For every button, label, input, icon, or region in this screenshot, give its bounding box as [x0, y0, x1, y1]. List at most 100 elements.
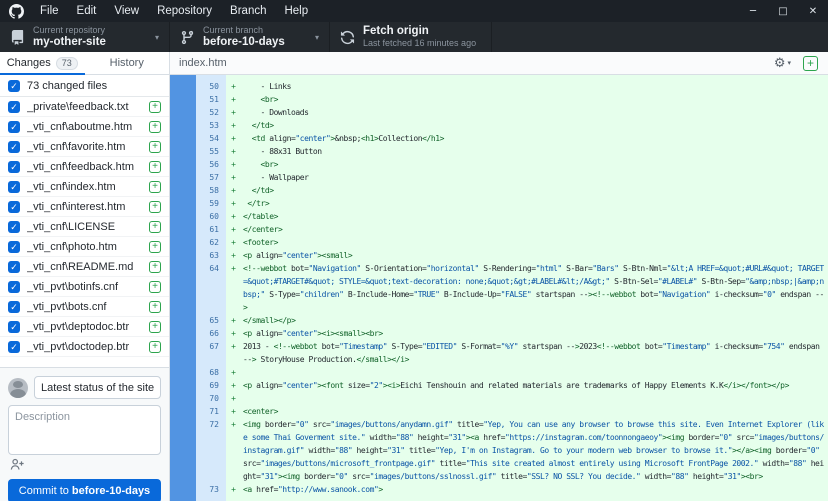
commit-summary-input[interactable]: [34, 376, 161, 399]
file-added-status-icon[interactable]: +: [803, 56, 818, 71]
tab-changes[interactable]: Changes 73: [0, 52, 85, 74]
diff-line[interactable]: 61+</center>: [170, 223, 828, 236]
add-coauthor-icon[interactable]: [10, 458, 25, 476]
maximize-button[interactable]: □: [768, 0, 798, 22]
file-row[interactable]: ✓_vti_cnf\aboutme.htm+: [0, 117, 169, 137]
file-checkbox-checked[interactable]: ✓: [8, 161, 20, 173]
diff-line-number[interactable]: 66: [196, 327, 226, 340]
diff-line[interactable]: 71+<center>: [170, 405, 828, 418]
diff-line[interactable]: 66+<p align="center"><i><small><br>: [170, 327, 828, 340]
diff-line-number[interactable]: 67: [196, 340, 226, 366]
file-checkbox-checked[interactable]: ✓: [8, 221, 20, 233]
diff-line[interactable]: 52+ - Downloads: [170, 106, 828, 119]
file-row[interactable]: ✓_vti_pvt\doctodep.btr+: [0, 337, 169, 357]
diff-line-number[interactable]: 56: [196, 158, 226, 171]
file-checkbox-checked[interactable]: ✓: [8, 241, 20, 253]
diff-line[interactable]: 55+ - 88x31 Button: [170, 145, 828, 158]
file-checkbox-checked[interactable]: ✓: [8, 181, 20, 193]
diff-gutter-old[interactable]: [170, 405, 196, 418]
diff-line[interactable]: 63+<p align="center"><small>: [170, 249, 828, 262]
menu-branch[interactable]: Branch: [221, 0, 275, 22]
fetch-origin-button[interactable]: Fetch origin Last fetched 16 minutes ago: [330, 22, 492, 52]
diff-line[interactable]: 57+ - Wallpaper: [170, 171, 828, 184]
diff-line-number[interactable]: 60: [196, 210, 226, 223]
diff-line-number[interactable]: 54: [196, 132, 226, 145]
diff-line-number[interactable]: 53: [196, 119, 226, 132]
diff-line-number[interactable]: 59: [196, 197, 226, 210]
diff-line[interactable]: 60+</table>: [170, 210, 828, 223]
diff-line-number[interactable]: 70: [196, 392, 226, 405]
current-repository-selector[interactable]: Current repository my-other-site ▾: [0, 22, 170, 52]
diff-gutter-old[interactable]: [170, 197, 196, 210]
diff-line[interactable]: 70+: [170, 392, 828, 405]
menu-help[interactable]: Help: [275, 0, 317, 22]
file-checkbox-checked[interactable]: ✓: [8, 121, 20, 133]
menu-edit[interactable]: Edit: [68, 0, 106, 22]
diff-line[interactable]: 67+2013 - <!--webbot bot="Timestamp" S-T…: [170, 340, 828, 366]
minimize-button[interactable]: ─: [738, 0, 768, 22]
diff-gutter-old[interactable]: [170, 392, 196, 405]
diff-gutter-old[interactable]: [170, 93, 196, 106]
commit-description-textarea[interactable]: [8, 405, 161, 455]
file-row[interactable]: ✓_vti_cnf\index.htm+: [0, 177, 169, 197]
file-checkbox-checked[interactable]: ✓: [8, 141, 20, 153]
diff-line[interactable]: 62+<footer>: [170, 236, 828, 249]
diff-gutter-old[interactable]: [170, 171, 196, 184]
diff-line-number[interactable]: 63: [196, 249, 226, 262]
file-checkbox-checked[interactable]: ✓: [8, 261, 20, 273]
diff-line[interactable]: 65+</small></p>: [170, 314, 828, 327]
diff-line-number[interactable]: 69: [196, 379, 226, 392]
diff-options-button[interactable]: ⚙ ▾: [774, 56, 791, 71]
diff-gutter-old[interactable]: [170, 119, 196, 132]
diff-line[interactable]: 59+ </tr>: [170, 197, 828, 210]
diff-line-number[interactable]: 55: [196, 145, 226, 158]
file-checkbox-checked[interactable]: ✓: [8, 341, 20, 353]
close-button[interactable]: ✕: [798, 0, 828, 22]
diff-line-number[interactable]: 72: [196, 418, 226, 483]
diff-gutter-old[interactable]: [170, 418, 196, 483]
diff-gutter-old[interactable]: [170, 340, 196, 366]
diff-line[interactable]: 73+<a href="http://www.sanook.com">: [170, 483, 828, 496]
diff-line-number[interactable]: 52: [196, 106, 226, 119]
diff-gutter-old[interactable]: [170, 210, 196, 223]
tab-history[interactable]: History: [85, 52, 170, 74]
file-row[interactable]: ✓_vti_pvt\bots.cnf+: [0, 297, 169, 317]
file-checkbox-checked[interactable]: ✓: [8, 281, 20, 293]
diff-line[interactable]: 64+<!--webbot bot="Navigation" S-Orienta…: [170, 262, 828, 314]
diff-gutter-old[interactable]: [170, 158, 196, 171]
diff-line[interactable]: 58+ </td>: [170, 184, 828, 197]
diff-line[interactable]: 68+: [170, 366, 828, 379]
file-row[interactable]: ✓_vti_cnf\favorite.htm+: [0, 137, 169, 157]
diff-line-number[interactable]: 64: [196, 262, 226, 314]
diff-gutter-old[interactable]: [170, 379, 196, 392]
diff-line-number[interactable]: 58: [196, 184, 226, 197]
diff-gutter-old[interactable]: [170, 314, 196, 327]
current-branch-selector[interactable]: Current branch before-10-days ▾: [170, 22, 330, 52]
file-checkbox-checked[interactable]: ✓: [8, 101, 20, 113]
diff-line-number[interactable]: 65: [196, 314, 226, 327]
diff-line[interactable]: 69+<p align="center"><font size="2"><i>E…: [170, 379, 828, 392]
file-row[interactable]: ✓_private\feedback.txt+: [0, 97, 169, 117]
diff-line-number[interactable]: 51: [196, 93, 226, 106]
file-row[interactable]: ✓_vti_cnf\README.md+: [0, 257, 169, 277]
file-row[interactable]: ✓_vti_pvt\deptodoc.btr+: [0, 317, 169, 337]
diff-gutter-old[interactable]: [170, 184, 196, 197]
file-checkbox-checked[interactable]: ✓: [8, 301, 20, 313]
diff-gutter-old[interactable]: [170, 145, 196, 158]
diff-line-number[interactable]: 50: [196, 80, 226, 93]
diff-line[interactable]: 51+ <br>: [170, 93, 828, 106]
commit-button[interactable]: Commit to before-10-days: [8, 479, 161, 501]
diff-line-number[interactable]: 68: [196, 366, 226, 379]
diff-line-number[interactable]: 61: [196, 223, 226, 236]
file-row[interactable]: ✓_vti_pvt\botinfs.cnf+: [0, 277, 169, 297]
diff-line[interactable]: 50+ - Links: [170, 80, 828, 93]
diff-gutter-old[interactable]: [170, 327, 196, 340]
menu-repository[interactable]: Repository: [148, 0, 221, 22]
diff-line-number[interactable]: 57: [196, 171, 226, 184]
diff-line[interactable]: 56+ <br>: [170, 158, 828, 171]
menu-view[interactable]: View: [105, 0, 148, 22]
diff-line-number[interactable]: 62: [196, 236, 226, 249]
diff-gutter-old[interactable]: [170, 483, 196, 496]
diff-gutter-old[interactable]: [170, 249, 196, 262]
select-all-checkbox[interactable]: ✓: [8, 80, 20, 92]
